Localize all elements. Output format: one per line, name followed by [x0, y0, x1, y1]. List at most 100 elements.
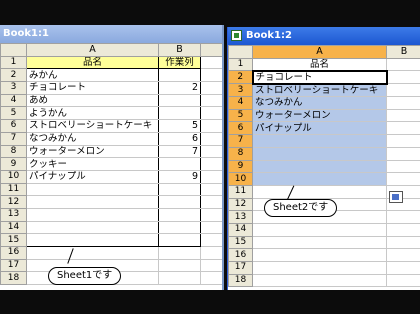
- cell-work[interactable]: 9: [158, 169, 201, 184]
- cell-work[interactable]: [158, 93, 201, 108]
- row-header[interactable]: 13: [228, 210, 253, 224]
- row-header[interactable]: 10: [228, 172, 253, 186]
- cell[interactable]: [158, 271, 201, 286]
- selected-cell[interactable]: ウォーターメロン: [252, 108, 387, 123]
- cell[interactable]: [158, 195, 201, 209]
- cell-work[interactable]: 5: [158, 119, 201, 133]
- cell[interactable]: [26, 195, 159, 209]
- selected-cell[interactable]: パイナップル: [252, 121, 387, 136]
- col-header-a[interactable]: A: [252, 45, 387, 59]
- selected-cell[interactable]: [252, 172, 387, 186]
- row-header[interactable]: 17: [228, 261, 253, 275]
- col-header-b[interactable]: B: [158, 43, 201, 57]
- row-header[interactable]: 7: [228, 134, 253, 148]
- cell[interactable]: [386, 57, 420, 72]
- selected-cell[interactable]: [252, 146, 387, 161]
- cell[interactable]: [386, 108, 420, 123]
- cell[interactable]: [200, 55, 222, 70]
- row-header[interactable]: 17: [0, 258, 27, 273]
- row-header[interactable]: 1: [228, 57, 253, 72]
- cell-name[interactable]: あめ: [26, 93, 159, 108]
- row-header[interactable]: 15: [0, 233, 27, 247]
- paste-options-icon[interactable]: [389, 191, 403, 203]
- cell[interactable]: [252, 273, 387, 288]
- cell[interactable]: [200, 207, 222, 222]
- cell[interactable]: [200, 144, 222, 159]
- cell[interactable]: [200, 233, 222, 247]
- cell[interactable]: [26, 220, 159, 235]
- row-header[interactable]: 3: [228, 83, 253, 98]
- header-cell-name[interactable]: 品名: [252, 57, 387, 72]
- row-header[interactable]: 15: [228, 235, 253, 250]
- cell[interactable]: [200, 157, 222, 171]
- cell[interactable]: [386, 121, 420, 136]
- window-1-titlebar[interactable]: Book1:1: [0, 25, 222, 43]
- cell[interactable]: [200, 195, 222, 209]
- row-header[interactable]: 16: [0, 246, 27, 260]
- cell[interactable]: [200, 182, 222, 197]
- cell[interactable]: [386, 210, 420, 224]
- cell[interactable]: [200, 246, 222, 260]
- row-header[interactable]: 2: [228, 70, 253, 85]
- cell-work[interactable]: 6: [158, 131, 201, 146]
- cell[interactable]: [252, 261, 387, 275]
- cell[interactable]: [200, 271, 222, 286]
- row-header[interactable]: 4: [0, 93, 27, 108]
- row-header[interactable]: 8: [0, 144, 27, 159]
- row-header[interactable]: 7: [0, 131, 27, 146]
- row-header[interactable]: 8: [228, 146, 253, 161]
- corner-cell[interactable]: [228, 45, 253, 59]
- cell[interactable]: [386, 134, 420, 148]
- row-header[interactable]: 6: [0, 119, 27, 133]
- row-header[interactable]: 10: [0, 169, 27, 184]
- corner-cell[interactable]: [0, 43, 27, 57]
- cell[interactable]: [386, 70, 420, 85]
- cell-work[interactable]: [158, 157, 201, 171]
- cell[interactable]: [200, 131, 222, 146]
- row-header[interactable]: 2: [0, 68, 27, 83]
- cell-work[interactable]: [158, 106, 201, 121]
- row-header[interactable]: 12: [0, 195, 27, 209]
- cell[interactable]: [200, 106, 222, 121]
- row-header[interactable]: 4: [228, 96, 253, 110]
- selected-cell[interactable]: ストロベリーショートケーキ: [252, 83, 387, 98]
- cell-name[interactable]: なつみかん: [26, 131, 159, 146]
- cell-name[interactable]: ストロベリーショートケーキ: [26, 119, 159, 133]
- row-header[interactable]: 16: [228, 248, 253, 262]
- cell[interactable]: [200, 81, 222, 95]
- row-header[interactable]: 3: [0, 81, 27, 95]
- cell[interactable]: [386, 248, 420, 262]
- cell-work[interactable]: 2: [158, 81, 201, 95]
- cell-name[interactable]: チョコレート: [26, 81, 159, 95]
- cell[interactable]: [386, 261, 420, 275]
- cell[interactable]: [200, 220, 222, 235]
- cell-work[interactable]: [158, 68, 201, 83]
- header-cell-work[interactable]: 作業列: [158, 55, 201, 70]
- cell[interactable]: [386, 83, 420, 98]
- cell[interactable]: [26, 182, 159, 197]
- cell[interactable]: [158, 220, 201, 235]
- cell[interactable]: [158, 207, 201, 222]
- cell[interactable]: [252, 248, 387, 262]
- row-header[interactable]: 14: [0, 220, 27, 235]
- cell-name[interactable]: クッキー: [26, 157, 159, 171]
- cell[interactable]: [386, 235, 420, 250]
- header-cell-name[interactable]: 品名: [26, 55, 159, 70]
- cell[interactable]: [386, 146, 420, 161]
- cell[interactable]: [252, 222, 387, 237]
- window-2-titlebar[interactable]: Book1:2: [228, 27, 420, 45]
- cell[interactable]: [200, 119, 222, 133]
- selected-cell[interactable]: なつみかん: [252, 96, 387, 110]
- cell[interactable]: [26, 207, 159, 222]
- row-header[interactable]: 5: [0, 106, 27, 121]
- cell[interactable]: [200, 169, 222, 184]
- cell[interactable]: [386, 273, 420, 288]
- cell-name[interactable]: ウォーターメロン: [26, 144, 159, 159]
- selected-cell[interactable]: [252, 134, 387, 148]
- cell[interactable]: [386, 172, 420, 186]
- row-header[interactable]: 9: [228, 159, 253, 174]
- row-header[interactable]: 9: [0, 157, 27, 171]
- cell[interactable]: [158, 258, 201, 273]
- cell[interactable]: [386, 159, 420, 174]
- cell[interactable]: [158, 246, 201, 260]
